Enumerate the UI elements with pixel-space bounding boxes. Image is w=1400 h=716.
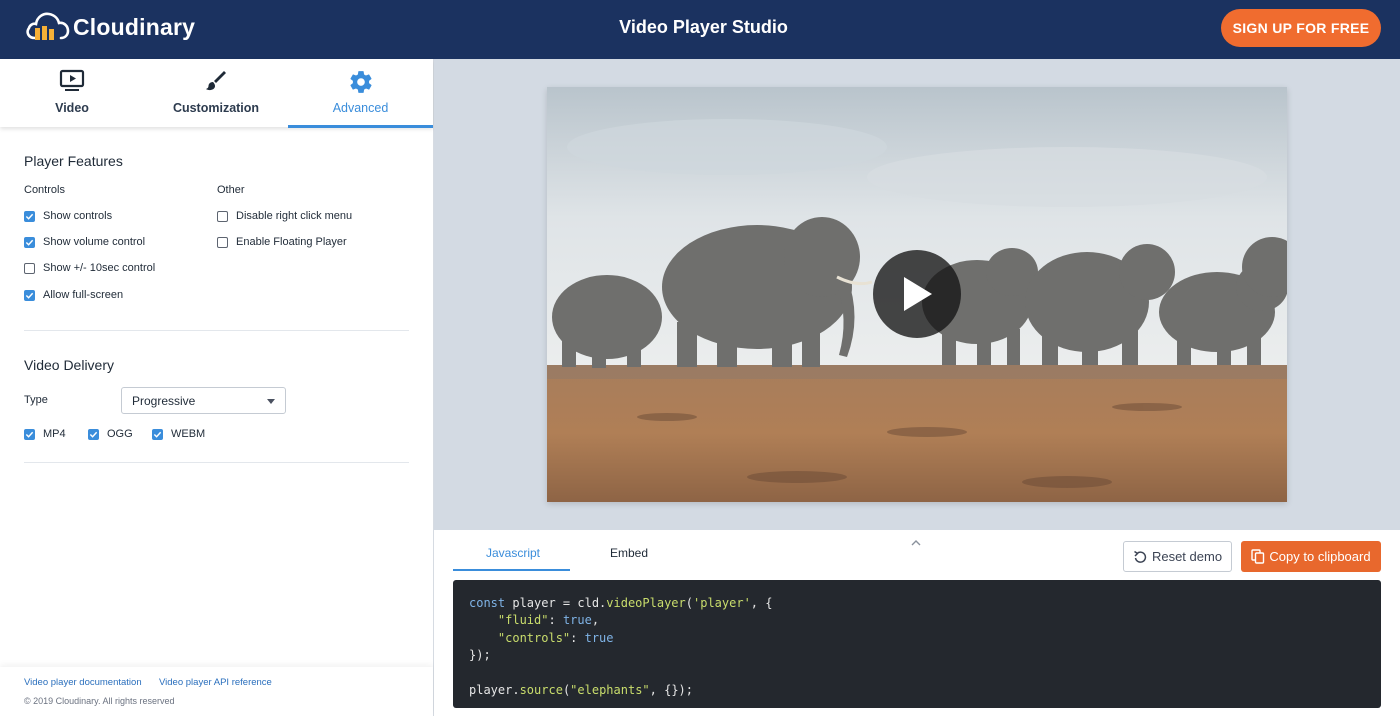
checkbox-label: Allow full-screen bbox=[43, 289, 124, 301]
reset-demo-label: Reset demo bbox=[1151, 549, 1223, 564]
format-mp4-checkbox[interactable]: MP4 bbox=[24, 428, 66, 440]
tab-javascript[interactable]: Javascript bbox=[486, 546, 540, 560]
checkbox-unchecked-icon bbox=[24, 262, 35, 274]
paintbrush-icon bbox=[206, 71, 226, 91]
copyright-text: © 2019 Cloudinary. All rights reserved bbox=[24, 696, 175, 706]
play-icon bbox=[904, 277, 932, 311]
copy-icon bbox=[1251, 549, 1265, 564]
tab-advanced[interactable]: Advanced bbox=[288, 59, 433, 128]
active-tab-indicator bbox=[453, 569, 570, 571]
show-volume-control-checkbox[interactable]: Show volume control bbox=[24, 236, 145, 248]
top-header: Cloudinary Video Player Studio SIGN UP F… bbox=[0, 0, 1400, 59]
checkbox-label: WEBM bbox=[171, 428, 206, 440]
play-button[interactable] bbox=[873, 250, 961, 338]
allow-fullscreen-checkbox[interactable]: Allow full-screen bbox=[24, 289, 123, 301]
tab-embed[interactable]: Embed bbox=[610, 546, 648, 560]
video-delivery-heading: Video Delivery bbox=[24, 357, 115, 373]
checkbox-label: Show controls bbox=[43, 210, 113, 222]
tab-customization[interactable]: Customization bbox=[144, 59, 288, 127]
show-10sec-control-checkbox[interactable]: Show +/- 10sec control bbox=[24, 262, 155, 274]
video-preview-area bbox=[434, 59, 1400, 530]
section-divider bbox=[24, 462, 409, 463]
docs-link[interactable]: Video player documentation bbox=[24, 677, 142, 688]
controls-label: Controls bbox=[24, 184, 65, 196]
checkbox-label: OGG bbox=[107, 428, 133, 440]
enable-floating-player-checkbox[interactable]: Enable Floating Player bbox=[217, 236, 347, 248]
checkbox-label: Enable Floating Player bbox=[236, 236, 347, 248]
sign-up-button[interactable]: SIGN UP FOR FREE bbox=[1221, 9, 1381, 47]
checkbox-unchecked-icon bbox=[217, 210, 228, 222]
code-block[interactable]: const player = cld.videoPlayer('player',… bbox=[453, 580, 1381, 708]
checkbox-checked-icon bbox=[24, 428, 35, 440]
show-controls-checkbox[interactable]: Show controls bbox=[24, 210, 112, 222]
reset-demo-button[interactable]: Reset demo bbox=[1123, 541, 1232, 572]
checkbox-label: MP4 bbox=[43, 428, 66, 440]
player-features-heading: Player Features bbox=[24, 153, 123, 169]
settings-tabs: Video Customization Advanced bbox=[0, 59, 433, 128]
checkbox-checked-icon bbox=[88, 428, 99, 440]
chevron-up-icon[interactable] bbox=[910, 539, 922, 547]
checkbox-checked-icon bbox=[152, 428, 163, 440]
caret-down-icon bbox=[267, 399, 275, 404]
section-divider bbox=[24, 330, 409, 331]
tab-video-label: Video bbox=[55, 101, 89, 115]
type-label: Type bbox=[24, 394, 48, 406]
delivery-type-select[interactable]: Progressive bbox=[121, 387, 286, 414]
api-reference-link[interactable]: Video player API reference bbox=[159, 677, 272, 688]
copy-to-clipboard-button[interactable]: Copy to clipboard bbox=[1241, 541, 1381, 572]
page-title: Video Player Studio bbox=[619, 17, 788, 37]
tab-customization-label: Customization bbox=[172, 101, 260, 115]
checkbox-label: Disable right click menu bbox=[236, 210, 353, 222]
video-player[interactable] bbox=[547, 87, 1287, 502]
sidebar-footer: Video player documentation Video player … bbox=[0, 667, 433, 716]
checkbox-unchecked-icon bbox=[217, 236, 228, 248]
checkbox-checked-icon bbox=[24, 236, 35, 248]
gear-icon bbox=[349, 71, 372, 93]
select-value: Progressive bbox=[132, 393, 196, 408]
format-ogg-checkbox[interactable]: OGG bbox=[88, 428, 133, 440]
video-screen-icon bbox=[59, 69, 85, 91]
tab-advanced-label: Advanced bbox=[332, 101, 389, 115]
reset-icon bbox=[1134, 550, 1147, 563]
tab-video[interactable]: Video bbox=[0, 59, 144, 127]
checkbox-checked-icon bbox=[24, 289, 35, 301]
checkbox-checked-icon bbox=[24, 210, 35, 222]
disable-right-click-checkbox[interactable]: Disable right click menu bbox=[217, 210, 352, 222]
other-label: Other bbox=[217, 184, 245, 196]
code-panel: Javascript Embed Reset demo Copy to clip… bbox=[434, 530, 1400, 716]
copy-to-clipboard-label: Copy to clipboard bbox=[1269, 549, 1371, 564]
checkbox-label: Show volume control bbox=[43, 236, 146, 248]
format-webm-checkbox[interactable]: WEBM bbox=[152, 428, 205, 440]
settings-sidebar: Video Customization Advanced Player Feat… bbox=[0, 59, 434, 716]
checkbox-label: Show +/- 10sec control bbox=[43, 262, 156, 274]
